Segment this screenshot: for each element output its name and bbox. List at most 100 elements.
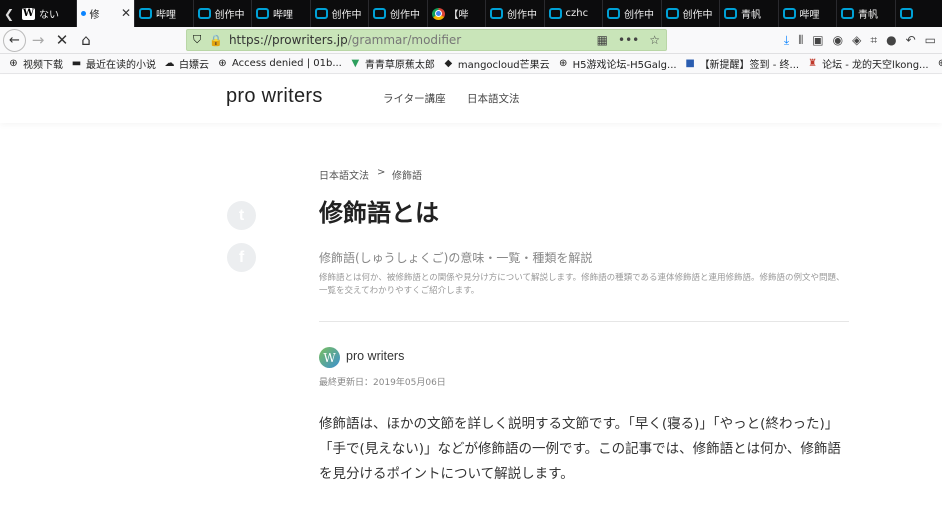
qr-code-icon[interactable]: ▦ bbox=[597, 33, 608, 47]
bookmark-label: Access denied | 01b... bbox=[232, 58, 342, 69]
breadcrumb-separator-icon: > bbox=[377, 167, 386, 178]
tab-label: 青帆 bbox=[741, 10, 761, 21]
browser-tab[interactable]: 【哔 bbox=[428, 0, 486, 27]
tab-close-icon[interactable]: ✕ bbox=[121, 6, 131, 20]
cloud-icon: ☁ bbox=[164, 58, 175, 69]
bilibili-icon bbox=[314, 8, 328, 19]
article-body: 修飾語は、ほかの文節を詳しく説明する文節です。「早く(寝る)」「やっと(終わった… bbox=[319, 416, 841, 482]
bookmark-item[interactable]: ⊕绯月Ga bbox=[937, 56, 942, 71]
library-icon[interactable]: ⫴ bbox=[798, 33, 803, 48]
tab-label: 创作中 bbox=[507, 10, 537, 21]
download-icon[interactable]: ⤓ bbox=[784, 33, 789, 48]
browser-tab[interactable]: 创作中 bbox=[369, 0, 428, 27]
forward-button[interactable]: → bbox=[26, 28, 50, 52]
browser-tab[interactable]: 青帆 bbox=[837, 0, 896, 27]
browser-tab[interactable]: 创作中 bbox=[486, 0, 545, 27]
undo-icon[interactable]: ↶ bbox=[906, 33, 916, 47]
twitter-icon: t bbox=[238, 206, 245, 224]
browser-tab[interactable]: 创作中 bbox=[603, 0, 662, 27]
facebook-icon: f bbox=[238, 248, 245, 266]
browser-tab[interactable] bbox=[896, 0, 942, 27]
v-icon: ▼ bbox=[351, 58, 360, 69]
tab-label: 【哔 bbox=[448, 10, 469, 21]
twitter-share-button[interactable]: t bbox=[227, 201, 256, 230]
arrow-left-icon: ← bbox=[9, 32, 20, 48]
tab-label: 哔哩 bbox=[273, 10, 293, 21]
author-name[interactable]: pro writers bbox=[346, 349, 404, 363]
bookmark-item[interactable]: ♜ 论坛 - 龙的天空lkong... bbox=[807, 56, 929, 71]
browser-tab[interactable]: 修 ✕ bbox=[76, 0, 135, 27]
menu-icon[interactable]: ▭ bbox=[925, 33, 936, 47]
navigation-toolbar: ← → ✕ ⌂ ⛉ 🔒 https://prowriters.jp/gramma… bbox=[0, 27, 942, 54]
bookmark-item[interactable]: ⊕ Access denied | 01b... bbox=[217, 58, 342, 69]
tab-label: 创作中 bbox=[214, 10, 245, 21]
close-icon: ✕ bbox=[55, 31, 69, 49]
tab-scroll-left-button[interactable]: ❮ bbox=[0, 0, 18, 27]
breadcrumb-parent[interactable]: 日本語文法 bbox=[319, 167, 369, 182]
home-icon: ⌂ bbox=[81, 31, 91, 49]
bookmark-item[interactable]: ▼ 青青草原蕉太郎 bbox=[350, 56, 435, 71]
divider bbox=[319, 321, 849, 322]
breadcrumb-current: 修飾語 bbox=[392, 171, 422, 182]
globe-icon: ⊕ bbox=[558, 58, 568, 69]
nav-writer-course[interactable]: ライター講座 bbox=[383, 91, 446, 106]
globe-icon: ⊕ bbox=[9, 58, 18, 69]
browser-tab[interactable]: 哔哩 bbox=[135, 0, 194, 27]
bookmark-label: H5游戏论坛-H5Galg... bbox=[572, 60, 677, 71]
bilibili-icon bbox=[256, 8, 269, 19]
site-logo[interactable]: pro writers bbox=[226, 85, 323, 108]
bookmark-item[interactable]: ◆ mangocloud芒果云 bbox=[443, 56, 550, 71]
bookmark-item[interactable]: ☁ 白嫖云 bbox=[164, 56, 210, 71]
bookmark-item[interactable]: ▬ 最近在读的小说 bbox=[71, 56, 156, 71]
nav-japanese-grammar[interactable]: 日本語文法 bbox=[467, 91, 520, 106]
tab-label: 修 bbox=[89, 10, 100, 21]
browser-tab[interactable]: 创作中 bbox=[311, 0, 369, 27]
browser-tab[interactable]: 青帆 bbox=[720, 0, 779, 27]
wiki-icon: W bbox=[22, 7, 35, 20]
bilibili-icon bbox=[139, 8, 152, 19]
loading-dot bbox=[80, 11, 86, 16]
bilibili-icon bbox=[782, 8, 796, 19]
tab-label: 创作中 bbox=[624, 10, 654, 21]
bookmark-item[interactable]: ⊕ 视频下载 bbox=[8, 56, 63, 71]
bookmark-label: 视频下载 bbox=[23, 60, 63, 71]
stop-button[interactable]: ✕ bbox=[50, 28, 74, 52]
chat-icon[interactable]: ● bbox=[886, 33, 896, 47]
bilibili-icon bbox=[197, 8, 211, 19]
home-button[interactable]: ⌂ bbox=[74, 28, 98, 52]
page-subtitle: 修飾語(しゅうしょくご)の意味・一覧・種類を解説 bbox=[319, 251, 593, 265]
bilibili-icon bbox=[841, 8, 854, 19]
browser-tab[interactable]: 哔哩 bbox=[779, 0, 837, 27]
shield-icon: ⛉ bbox=[193, 33, 202, 46]
url-bar[interactable]: ⛉ 🔒 https://prowriters.jp/grammar/modifi… bbox=[186, 29, 667, 51]
browser-tab[interactable]: czhc bbox=[545, 0, 603, 27]
browser-tab[interactable]: 创作中 bbox=[662, 0, 720, 27]
url-secure: https://prowriters.jp bbox=[228, 33, 348, 47]
dragon-icon: ♜ bbox=[808, 58, 818, 69]
browser-tab[interactable]: W ない bbox=[18, 0, 77, 27]
bookmark-star-icon[interactable]: ☆ bbox=[649, 33, 660, 47]
back-button[interactable]: ← bbox=[3, 28, 26, 52]
browser-tab[interactable]: 创作中 bbox=[194, 0, 252, 27]
bookmark-label: 【新提醒】签到 - 终... bbox=[699, 60, 800, 71]
page-description: 修飾語とは何か、被修飾語との関係や見分け方について解説します。修飾語の種類である… bbox=[319, 273, 845, 296]
square-icon: ■ bbox=[685, 58, 695, 69]
facebook-share-button[interactable]: f bbox=[227, 243, 256, 272]
author-avatar[interactable]: W bbox=[319, 347, 340, 368]
bilibili-icon bbox=[607, 8, 620, 19]
more-icon[interactable]: ••• bbox=[618, 33, 639, 47]
bookmark-item[interactable]: ⊕ H5游戏论坛-H5Galg... bbox=[558, 56, 677, 71]
account-icon[interactable]: ◉ bbox=[833, 33, 843, 47]
bookmark-label: mangocloud芒果云 bbox=[457, 60, 550, 71]
bookmark-item[interactable]: ■ 【新提醒】签到 - 终... bbox=[685, 56, 800, 71]
sidebar-icon[interactable]: ▣ bbox=[812, 33, 823, 47]
bookmark-label: 白嫖云 bbox=[179, 60, 209, 71]
extension-icon[interactable]: ◈ bbox=[852, 33, 861, 47]
crop-icon[interactable]: ⌗ bbox=[870, 33, 877, 48]
site-header: pro writers ライター講座 日本語文法 bbox=[0, 75, 942, 123]
browser-tab[interactable]: 哔哩 bbox=[252, 0, 311, 27]
mango-icon: ◆ bbox=[444, 58, 453, 69]
bilibili-icon bbox=[548, 8, 562, 19]
bilibili-icon bbox=[665, 8, 679, 19]
last-updated: 最終更新日：2019年05月06日 bbox=[319, 378, 446, 388]
